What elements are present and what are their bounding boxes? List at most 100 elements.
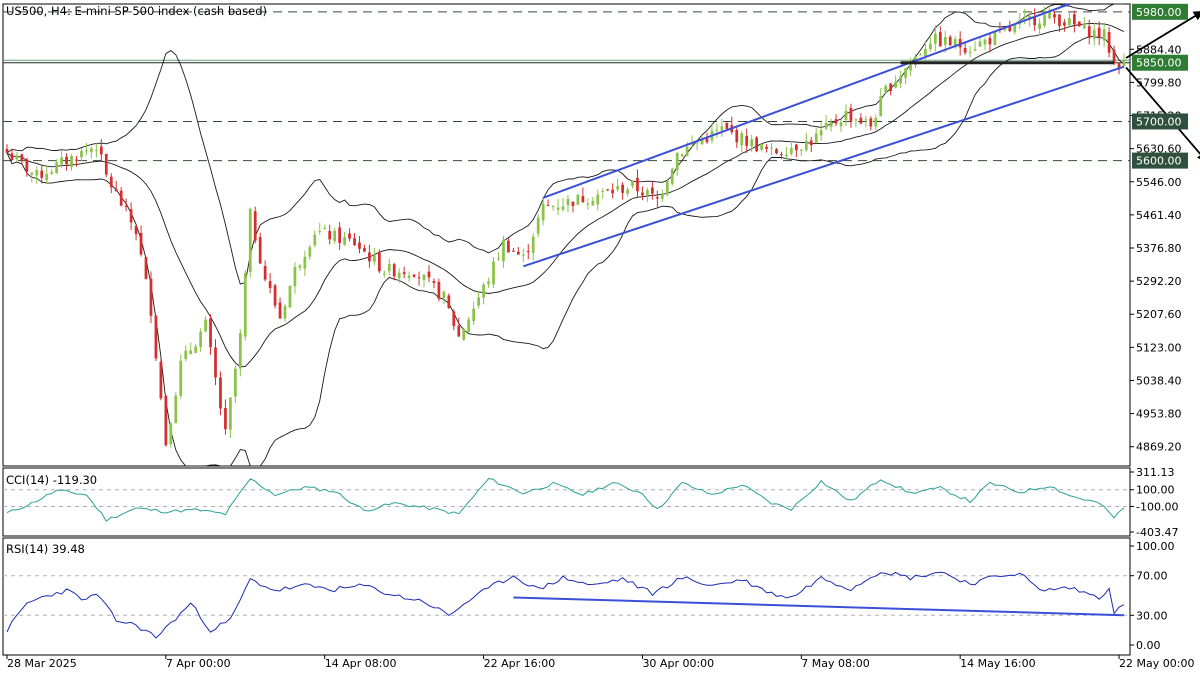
candle-body [10, 153, 14, 161]
candle [799, 148, 803, 156]
candle-body [392, 264, 396, 277]
candle [1033, 8, 1037, 31]
candle-body [933, 33, 937, 44]
candle-body [487, 281, 490, 284]
price-axis: 5884.405799.805715.205630.605546.005461.… [1130, 43, 1182, 454]
candle-body [1107, 31, 1111, 53]
candle-body [75, 159, 78, 161]
candle-body [293, 267, 297, 287]
candle-body [894, 81, 898, 88]
candle-body [30, 172, 34, 175]
panel-frame-0 [2, 3, 1131, 467]
candle [963, 43, 967, 55]
candle [467, 316, 471, 333]
candle-body [219, 377, 222, 409]
candle [233, 365, 237, 403]
candle-body [224, 408, 227, 430]
candle-body [472, 308, 476, 321]
candle-body [1087, 26, 1091, 38]
candle-body [581, 196, 585, 203]
cci-panel: 311.13 100.00 -100.00 -403.47 [3, 466, 1178, 539]
candle-body [576, 194, 580, 205]
candle-body [521, 254, 525, 256]
candle-body [35, 170, 39, 176]
candle [770, 142, 773, 155]
candle-body [516, 251, 520, 255]
candle [973, 41, 977, 52]
candle-body [859, 117, 863, 124]
candle [715, 123, 719, 138]
candle-body [114, 189, 118, 192]
candle [824, 115, 828, 131]
candle-body [824, 123, 828, 129]
candle-body [268, 281, 272, 288]
candle [432, 278, 436, 289]
candle-body [755, 137, 759, 152]
candle [472, 301, 476, 325]
candle-body [809, 140, 813, 146]
candle-body [799, 149, 803, 151]
candle-body [363, 247, 366, 252]
candle-body [288, 285, 292, 308]
candle [1077, 21, 1081, 27]
candle-body [884, 85, 888, 93]
rsi-tick-label: 0.00 [1136, 639, 1161, 652]
candle-body [492, 261, 495, 285]
candle-body [874, 117, 878, 127]
candle [382, 270, 386, 278]
candle [889, 83, 893, 96]
candle [224, 399, 227, 435]
candle-body [636, 177, 639, 192]
candle [919, 52, 922, 56]
candle [487, 277, 490, 288]
trading-chart[interactable]: 311.13 100.00 -100.00 -403.47 100.00 70.00 30… [0, 0, 1200, 675]
candle [392, 262, 396, 281]
candle-body [963, 48, 967, 53]
candle-body [109, 176, 113, 188]
time-tick-label: 22 Apr 16:00 [484, 657, 556, 670]
candle [631, 180, 634, 189]
candle-body [189, 350, 193, 354]
candle-body [794, 144, 798, 151]
candle-body [238, 333, 242, 369]
candle-body [829, 121, 833, 127]
candle [55, 159, 59, 174]
candle-body [368, 252, 371, 262]
candle-body [626, 189, 629, 194]
candle [844, 104, 848, 126]
candle-body [948, 36, 952, 46]
trend-channel [522, 3, 1125, 268]
price-tick-label: 5207.60 [1136, 308, 1182, 321]
candle-body [154, 315, 158, 359]
price-tick-label: 5376.80 [1136, 242, 1182, 255]
candle [829, 119, 833, 132]
candle [660, 189, 664, 202]
candle [899, 70, 902, 89]
price-tick-label: 5292.20 [1136, 275, 1182, 288]
candle [263, 260, 267, 282]
candle-body [144, 257, 148, 279]
level-lines [3, 11, 1130, 162]
candle [665, 178, 669, 197]
candle [313, 230, 317, 248]
candle-body [680, 154, 684, 157]
candle-body [531, 236, 535, 253]
candle [492, 257, 495, 289]
candles[interactable] [5, 6, 1126, 448]
candle-body [308, 247, 312, 257]
candle-body [412, 274, 416, 277]
candle [993, 31, 997, 46]
candle-body [988, 37, 992, 45]
candle [760, 143, 763, 152]
candle-body [164, 396, 168, 446]
candle [209, 314, 212, 355]
candle [586, 198, 590, 210]
candle-body [1102, 29, 1106, 41]
candle [988, 33, 992, 53]
candle-body [70, 155, 73, 167]
candle-body [1082, 23, 1086, 29]
candle-body [248, 208, 252, 272]
candle-body [536, 217, 540, 234]
candle-body [879, 95, 883, 117]
bollinger-middle-line [6, 23, 1125, 368]
